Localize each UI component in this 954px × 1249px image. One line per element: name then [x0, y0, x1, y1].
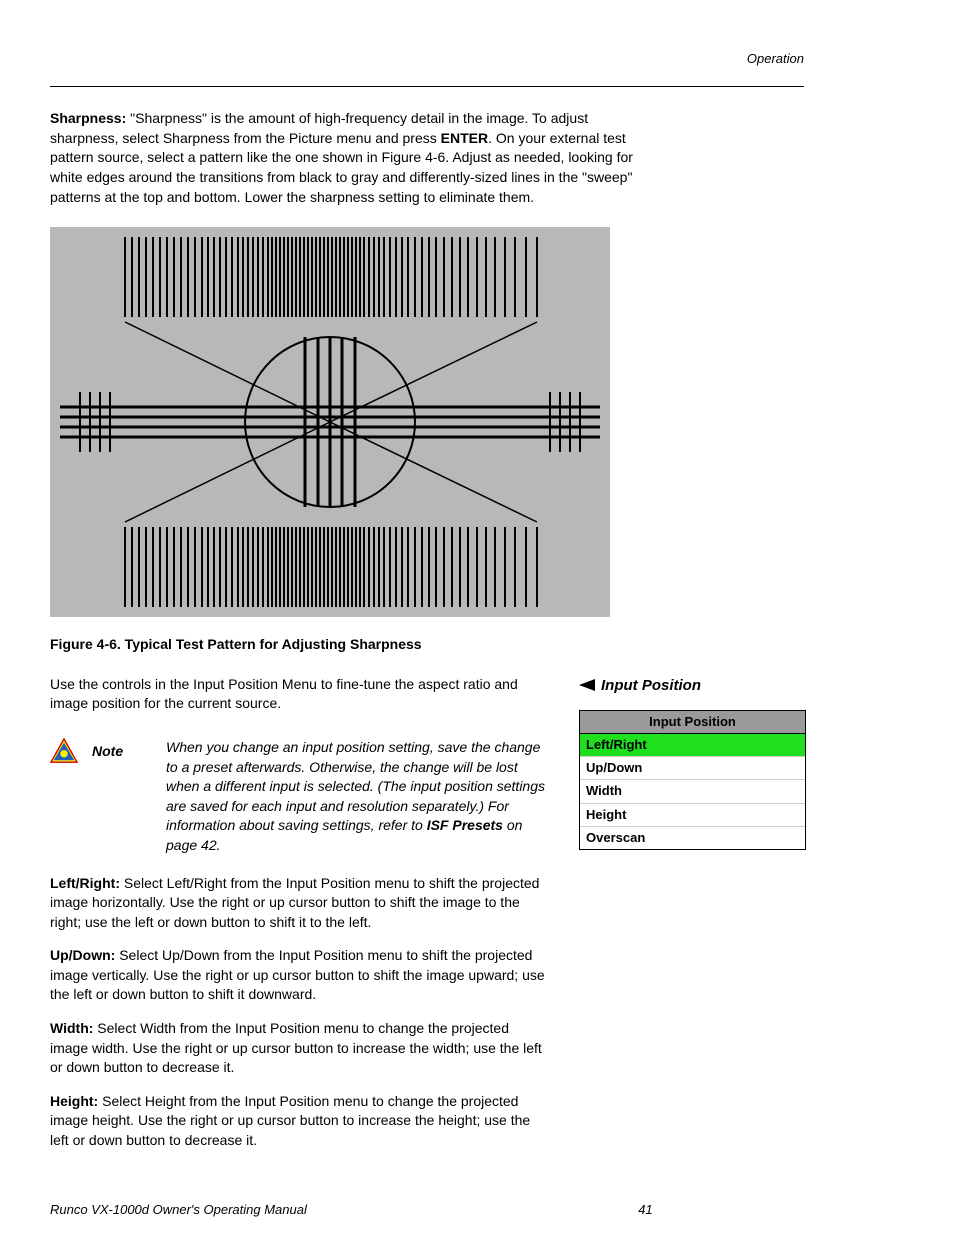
input-position-menu: Input Position Left/Right Up/Down Width …	[579, 710, 806, 850]
enter-key: ENTER	[441, 130, 488, 146]
height-text: Select Height from the Input Position me…	[50, 1093, 530, 1148]
header-rule	[50, 86, 804, 87]
height-paragraph: Height: Select Height from the Input Pos…	[50, 1092, 549, 1151]
height-label: Height:	[50, 1093, 98, 1109]
side-heading-input-position: Input Position	[579, 675, 804, 696]
width-label: Width:	[50, 1020, 93, 1036]
menu-item-overscan[interactable]: Overscan	[580, 827, 805, 849]
figure-sharpness-pattern	[50, 227, 610, 617]
arrow-left-icon	[579, 679, 595, 691]
width-text: Select Width from the Input Position men…	[50, 1020, 542, 1075]
note-block: Note When you change an input position s…	[50, 738, 549, 856]
sharpness-label: Sharpness:	[50, 110, 126, 126]
input-position-intro: Use the controls in the Input Position M…	[50, 675, 549, 714]
footer-title: Runco VX-1000d Owner's Operating Manual	[50, 1201, 307, 1219]
header-section: Operation	[50, 50, 804, 68]
footer: Runco VX-1000d Owner's Operating Manual …	[50, 1201, 804, 1219]
up-down-paragraph: Up/Down: Select Up/Down from the Input P…	[50, 946, 549, 1005]
menu-item-width[interactable]: Width	[580, 780, 805, 803]
up-down-text: Select Up/Down from the Input Position m…	[50, 947, 545, 1002]
left-right-label: Left/Right:	[50, 875, 120, 891]
note-text: When you change an input position settin…	[166, 738, 549, 856]
up-down-label: Up/Down:	[50, 947, 115, 963]
menu-title: Input Position	[580, 711, 805, 734]
isf-presets-link[interactable]: ISF Presets	[427, 817, 503, 833]
sharpness-paragraph: Sharpness: "Sharpness" is the amount of …	[50, 109, 650, 207]
footer-page: 41	[638, 1201, 652, 1219]
left-right-paragraph: Left/Right: Select Left/Right from the I…	[50, 874, 549, 933]
caution-icon	[50, 738, 78, 764]
note-label: Note	[92, 738, 152, 762]
menu-item-height[interactable]: Height	[580, 804, 805, 827]
left-right-text: Select Left/Right from the Input Positio…	[50, 875, 539, 930]
width-paragraph: Width: Select Width from the Input Posit…	[50, 1019, 549, 1078]
figure-caption: Figure 4-6. Typical Test Pattern for Adj…	[50, 635, 650, 655]
side-heading-text: Input Position	[601, 675, 701, 696]
menu-item-up-down[interactable]: Up/Down	[580, 757, 805, 780]
menu-item-left-right[interactable]: Left/Right	[580, 734, 805, 757]
